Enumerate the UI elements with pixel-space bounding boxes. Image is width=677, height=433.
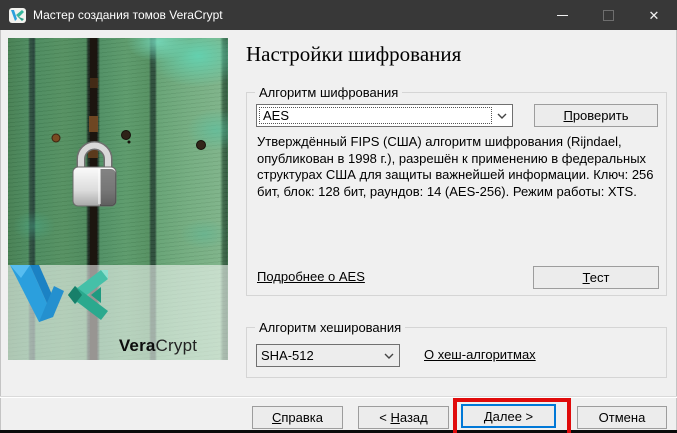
algorithm-description: Утверждённый FIPS (США) алгоритм шифрова…: [257, 134, 659, 200]
wizard-banner-image: VeraCrypt: [8, 38, 228, 360]
hash-algorithm-group: Алгоритм хеширования SHA-512 О хеш-алгор…: [246, 327, 667, 378]
close-icon: ✕: [649, 9, 660, 22]
help-button[interactable]: Справка: [252, 406, 343, 429]
encryption-algorithm-group: Алгоритм шифрования AES Проверить Утверж…: [246, 92, 667, 296]
chevron-down-icon: [379, 353, 399, 359]
verify-button[interactable]: Проверить: [534, 104, 658, 127]
help-button-label: Справка: [272, 410, 323, 425]
cancel-button[interactable]: Отмена: [577, 406, 667, 429]
cancel-button-label: Отмена: [599, 410, 646, 425]
verify-button-label: Проверить: [563, 108, 628, 123]
back-button-label: < Назад: [379, 410, 427, 425]
minimize-icon: [557, 15, 568, 16]
maximize-button: [585, 0, 631, 30]
benchmark-test-button[interactable]: Тест: [533, 266, 659, 289]
next-button-label: Далее >: [484, 409, 533, 424]
veracrypt-wordmark: VeraCrypt: [96, 336, 220, 356]
veracrypt-app-icon: [9, 8, 26, 23]
encryption-group-label: Алгоритм шифрования: [255, 85, 402, 100]
chevron-down-icon: [492, 113, 512, 119]
window-title: Мастер создания томов VeraCrypt: [33, 8, 539, 22]
more-about-aes-link[interactable]: Подробнее о AES: [257, 269, 365, 284]
hash-algorithm-select[interactable]: SHA-512: [256, 344, 400, 367]
next-button[interactable]: Далее >: [461, 404, 556, 428]
encryption-algorithm-select[interactable]: AES: [256, 104, 513, 127]
hash-group-label: Алгоритм хеширования: [255, 320, 405, 335]
veracrypt-wizard-window: Мастер создания томов VeraCrypt ✕: [0, 0, 677, 433]
page-title: Настройки шифрования: [246, 42, 461, 67]
minimize-button[interactable]: [539, 0, 585, 30]
titlebar: Мастер создания томов VeraCrypt ✕: [0, 0, 677, 30]
veracrypt-logo: [8, 265, 112, 323]
hash-algorithm-value: SHA-512: [257, 348, 379, 363]
close-button[interactable]: ✕: [631, 0, 677, 30]
brand-band: VeraCrypt: [8, 265, 228, 360]
maximize-icon: [603, 10, 614, 21]
test-button-label: Тест: [583, 270, 610, 285]
hash-info-link[interactable]: О хеш-алгоритмах: [424, 347, 536, 362]
encryption-algorithm-value: AES: [259, 107, 492, 124]
back-button[interactable]: < Назад: [358, 406, 449, 429]
footer-divider: [0, 396, 677, 398]
